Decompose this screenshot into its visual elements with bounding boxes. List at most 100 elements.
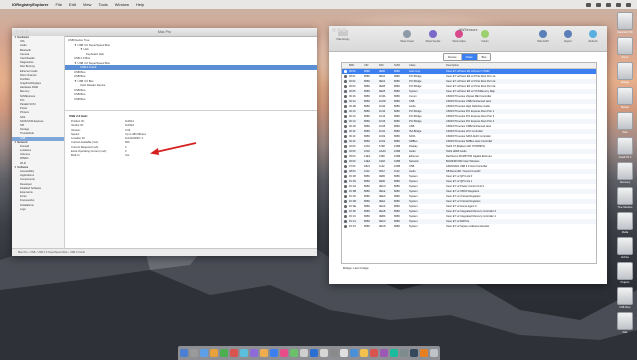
property-key: Built-In:: [71, 154, 81, 158]
device-bullet-icon: [344, 80, 347, 83]
device-bullet-icon: [344, 140, 347, 143]
column-header[interactable]: BDF: [349, 63, 364, 68]
desktop-icon-label: Recovery: [619, 181, 631, 184]
desktop-icon-label: Backup: [621, 106, 629, 109]
dock-app-icon[interactable]: [340, 349, 348, 357]
column-header[interactable]: SVID: [394, 63, 409, 68]
drive-icon: [617, 87, 633, 105]
dock-app-icon[interactable]: [380, 349, 388, 357]
menu-tools[interactable]: Tools: [98, 2, 107, 7]
dock-app-icon[interactable]: [280, 349, 288, 357]
sidebar: ▼ Hardware ATA Audio Bluetooth Camera Card Re…: [12, 36, 65, 249]
table-cell: 8086: [394, 225, 400, 228]
segment-device[interactable]: Device: [444, 54, 462, 60]
dock-app-icon[interactable]: [310, 349, 318, 357]
dock-app-icon[interactable]: [370, 349, 378, 357]
desktop-icon-label: USB Drive: [619, 306, 631, 309]
status-text: Bridge: Host bridge: [343, 266, 369, 270]
desktop-drive-icon[interactable]: Backup: [616, 87, 634, 109]
desktop-drive-icon[interactable]: Media: [616, 212, 634, 234]
menu-edit[interactable]: Edit: [69, 2, 76, 7]
desktop-icon-label: Media: [621, 231, 629, 234]
dock-app-icon[interactable]: [240, 349, 248, 357]
desktop-drive-icon[interactable]: Macintosh HD: [616, 12, 634, 34]
red-arrow-annotation: [150, 142, 197, 155]
hwsensors-window: HWSensors Hide Empty Show Count Show Vendo…: [329, 26, 607, 284]
dock-app-icon[interactable]: [410, 349, 418, 357]
column-header[interactable]: Description: [446, 63, 596, 68]
tree-item[interactable]: USB Bus: [65, 97, 317, 102]
device-bullet-icon: [344, 105, 347, 108]
desktop-drive-icon[interactable]: Time Machine: [616, 187, 634, 209]
dock-app-icon[interactable]: [270, 349, 278, 357]
volume-icon[interactable]: [596, 2, 601, 7]
device-bullet-icon: [344, 185, 347, 188]
dock-app-icon[interactable]: [400, 349, 408, 357]
title-bar[interactable]: HWSensors: [329, 26, 607, 34]
device-bullet-icon: [344, 85, 347, 88]
desktop-icon-label: Data: [622, 131, 628, 134]
desktop-drive-icon[interactable]: Archive: [616, 237, 634, 259]
dock-app-icon[interactable]: [290, 349, 298, 357]
segment-bus[interactable]: Bus: [477, 54, 491, 60]
column-header[interactable]: VID: [364, 63, 379, 68]
menu-help[interactable]: Help: [136, 2, 144, 7]
dock-app-icon[interactable]: [330, 349, 338, 357]
dock-app-icon[interactable]: [360, 349, 368, 357]
table-row[interactable]: FF:16 8086 0EC8 8086 System Xeon E7 v2 System…: [342, 224, 596, 229]
dock-app-icon[interactable]: [320, 349, 328, 357]
column-header[interactable]: [342, 63, 349, 68]
device-bullet-icon: [344, 205, 347, 208]
dock-app-icon[interactable]: [200, 349, 208, 357]
desktop-drive-icon[interactable]: Data: [616, 112, 634, 134]
device-bullet-icon: [344, 110, 347, 113]
toolbar-button-label: Refresh: [588, 39, 598, 43]
desktop-drive-icon[interactable]: Disk: [616, 312, 634, 334]
dock-app-icon[interactable]: [300, 349, 308, 357]
segment-class[interactable]: Class: [461, 54, 478, 60]
spotlight-icon[interactable]: [616, 2, 621, 7]
dock-app-icon[interactable]: [230, 349, 238, 357]
notification-center-icon[interactable]: [626, 2, 631, 7]
device-bullet-icon: [344, 75, 347, 78]
toolbar-button-label: Show Count: [400, 39, 414, 43]
desktop-drive-icon[interactable]: Storage: [616, 62, 634, 84]
desktop-drive-icon[interactable]: Recovery: [616, 162, 634, 184]
device-bullet-icon: [344, 90, 347, 93]
desktop-drive-icon[interactable]: Install OS X: [616, 137, 634, 159]
dock-app-icon[interactable]: [390, 349, 398, 357]
drive-icon: [617, 312, 633, 330]
dock-app-icon[interactable]: [260, 349, 268, 357]
device-bullet-icon: [344, 135, 347, 138]
table-cell: Xeon E7 v2 System Address Decoder: [446, 225, 490, 228]
menu-file[interactable]: File: [55, 2, 61, 7]
window-title: Mac Pro: [157, 29, 172, 34]
clock-icon[interactable]: [606, 2, 611, 7]
dock-app-icon[interactable]: [190, 349, 198, 357]
toolbar-button-label: Show Class: [452, 39, 466, 43]
dock-app-icon[interactable]: [250, 349, 258, 357]
sidebar-item[interactable]: Logs: [12, 208, 64, 212]
desktop-drive-icon[interactable]: USB Drive: [616, 287, 634, 309]
menu-app-name[interactable]: IORegistryExplorer: [12, 2, 48, 7]
desktop-icon-label: Storage: [620, 81, 630, 84]
dock-app-icon[interactable]: [430, 349, 438, 357]
desktop-drive-icon[interactable]: Projects: [616, 262, 634, 284]
column-header[interactable]: Class: [409, 63, 446, 68]
dock-app-icon[interactable]: [420, 349, 428, 357]
dock-app-icon[interactable]: [180, 349, 188, 357]
menu-window[interactable]: Window: [115, 2, 129, 7]
dock-app-icon[interactable]: [350, 349, 358, 357]
device-bullet-icon: [344, 175, 347, 178]
toolbar-button-label: Colors: [481, 39, 489, 43]
dock: [178, 346, 440, 360]
menu-view[interactable]: View: [83, 2, 92, 7]
desktop-icon-label: Install OS X: [618, 156, 632, 159]
column-header[interactable]: DID: [379, 63, 394, 68]
desktop-icon-label: Archive: [621, 256, 629, 259]
device-bullet-icon: [344, 125, 347, 128]
desktop-drive-icon[interactable]: Clover: [616, 37, 634, 59]
dock-app-icon[interactable]: [210, 349, 218, 357]
dock-app-icon[interactable]: [220, 349, 228, 357]
wifi-icon[interactable]: [586, 2, 591, 7]
